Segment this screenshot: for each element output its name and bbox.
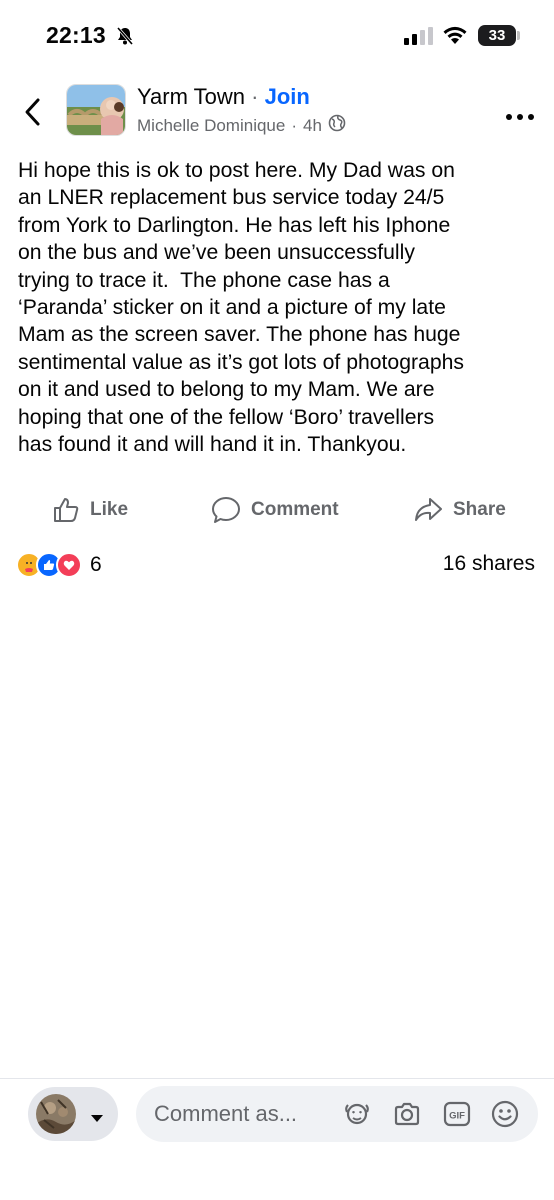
reaction-count: 6 xyxy=(90,553,102,576)
more-options-button[interactable] xyxy=(505,108,535,120)
share-label: Share xyxy=(453,499,506,520)
battery-nub xyxy=(517,31,520,40)
comment-identity-switcher[interactable] xyxy=(28,1087,118,1141)
more-dots-icon xyxy=(506,114,534,120)
title-separator: · xyxy=(251,84,259,109)
author-name[interactable]: Michelle Dominique xyxy=(137,116,285,136)
post-actions: Like Comment Share xyxy=(0,490,554,530)
battery-indicator: 33 xyxy=(478,25,516,46)
share-arrow-icon xyxy=(415,498,442,521)
share-button[interactable]: Share xyxy=(413,490,506,530)
back-chevron-icon xyxy=(25,98,40,126)
camera-icon[interactable] xyxy=(392,1099,422,1129)
post-meta: Michelle Dominique · 4h xyxy=(137,114,346,137)
group-avatar[interactable] xyxy=(66,84,126,136)
wifi-icon xyxy=(441,24,469,51)
post-header: Yarm Town · Join Michelle Dominique · 4h xyxy=(0,72,554,152)
like-button[interactable]: Like xyxy=(52,490,128,530)
join-button[interactable]: Join xyxy=(265,84,310,109)
avatar-sticker-icon[interactable] xyxy=(342,1099,372,1129)
like-label: Like xyxy=(90,499,129,520)
chevron-down-icon xyxy=(90,1110,104,1128)
comment-composer: GIF xyxy=(0,1078,554,1200)
globe-icon xyxy=(328,114,346,137)
love-reaction-icon xyxy=(56,552,82,578)
meta-separator: · xyxy=(291,115,298,135)
like-thumb-icon xyxy=(54,498,79,522)
group-title-line: Yarm Town · Join xyxy=(137,84,310,110)
user-avatar xyxy=(36,1094,76,1134)
gif-icon[interactable]: GIF xyxy=(442,1099,472,1129)
comment-label: Comment xyxy=(251,499,339,520)
comment-bubble-icon xyxy=(212,497,240,523)
comment-field-container: GIF xyxy=(136,1086,538,1142)
reaction-summary[interactable]: 6 xyxy=(16,551,102,579)
group-name-link[interactable]: Yarm Town xyxy=(137,84,245,109)
post-body-text: Hi hope this is ok to post here. My Dad … xyxy=(18,159,464,457)
emoji-icon[interactable] xyxy=(490,1099,520,1129)
svg-text:GIF: GIF xyxy=(449,1111,465,1122)
shares-count[interactable]: 16 shares xyxy=(443,552,535,576)
status-bar: 22:13 33 xyxy=(0,0,554,72)
status-time: 22:13 xyxy=(46,22,106,48)
back-button[interactable] xyxy=(20,94,48,130)
comment-input[interactable] xyxy=(154,1101,339,1127)
silenced-bell-icon xyxy=(115,26,135,51)
cellular-signal-icon xyxy=(404,27,434,50)
post-age[interactable]: 4h xyxy=(303,116,322,136)
comment-button[interactable]: Comment xyxy=(211,490,339,530)
